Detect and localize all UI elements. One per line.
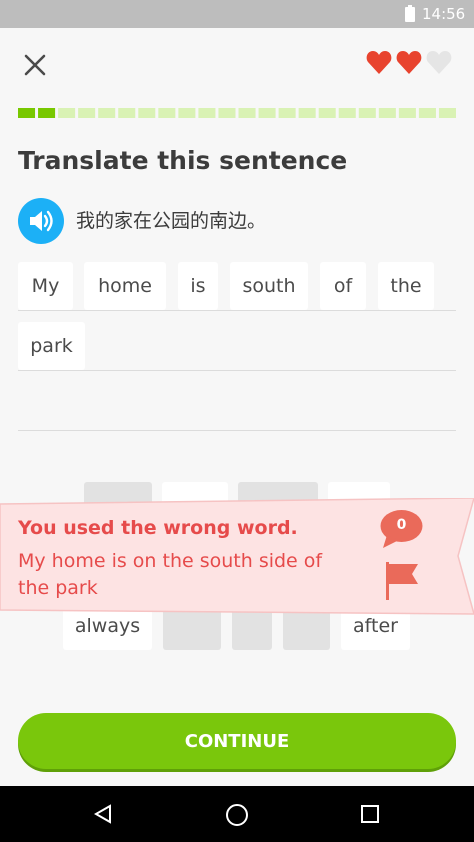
speaker-icon (30, 210, 53, 232)
progress-segment (138, 108, 156, 118)
answer-tile[interactable]: south (230, 262, 308, 310)
answer-line (18, 310, 456, 311)
status-bar: 14:56 (0, 0, 474, 28)
progress-segment (258, 108, 276, 118)
answer-tile[interactable]: of (320, 262, 366, 310)
answer-tile[interactable]: My (18, 262, 73, 310)
progress-segment (18, 108, 36, 118)
answer-line (18, 430, 456, 431)
page-title: Translate this sentence (18, 146, 348, 175)
progress-segment (78, 108, 96, 118)
progress-segment (278, 108, 296, 118)
android-nav-bar (0, 786, 474, 842)
lesson-screen: Translate this sentence 我的家在公园的南边。 My ho… (0, 28, 474, 786)
close-icon[interactable] (20, 50, 50, 80)
heart-icon (396, 51, 422, 74)
answer-tile[interactable]: the (378, 262, 434, 310)
progress-segment (398, 108, 416, 118)
progress-segment (218, 108, 236, 118)
hearts (366, 51, 452, 74)
progress-segment (338, 108, 356, 118)
progress-segment (198, 108, 216, 118)
progress-segment (298, 108, 316, 118)
progress-segment (158, 108, 176, 118)
progress-segment (238, 108, 256, 118)
speaker-button[interactable] (18, 198, 64, 244)
progress-segment (358, 108, 376, 118)
lesson-progress-bar (18, 108, 456, 118)
progress-segment (378, 108, 396, 118)
nav-home-icon[interactable] (225, 803, 249, 827)
heart-icon (426, 51, 452, 74)
nav-recents-icon[interactable] (360, 804, 380, 824)
comment-count: 0 (396, 517, 407, 533)
heart-icon (366, 51, 392, 74)
progress-segment (178, 108, 196, 118)
progress-segment (118, 108, 136, 118)
progress-segment (38, 108, 56, 118)
status-time: 14:56 (422, 5, 466, 23)
progress-segment (438, 108, 456, 118)
flag-icon[interactable] (384, 560, 420, 600)
progress-segment (58, 108, 76, 118)
progress-segment (98, 108, 116, 118)
battery-icon (405, 5, 415, 22)
answer-tile[interactable]: park (18, 322, 85, 370)
progress-segment (318, 108, 336, 118)
feedback-title: You used the wrong word. (18, 517, 298, 539)
answer-tile[interactable]: is (178, 262, 218, 310)
answer-tile[interactable]: home (84, 262, 166, 310)
prompt-sentence: 我的家在公园的南边。 (76, 210, 267, 232)
nav-back-icon[interactable] (92, 803, 114, 825)
progress-segment (418, 108, 436, 118)
feedback-correct-answer: My home is on the south side of the park (18, 550, 323, 599)
answer-line (18, 370, 456, 371)
continue-button[interactable]: CONTINUE (18, 713, 456, 769)
